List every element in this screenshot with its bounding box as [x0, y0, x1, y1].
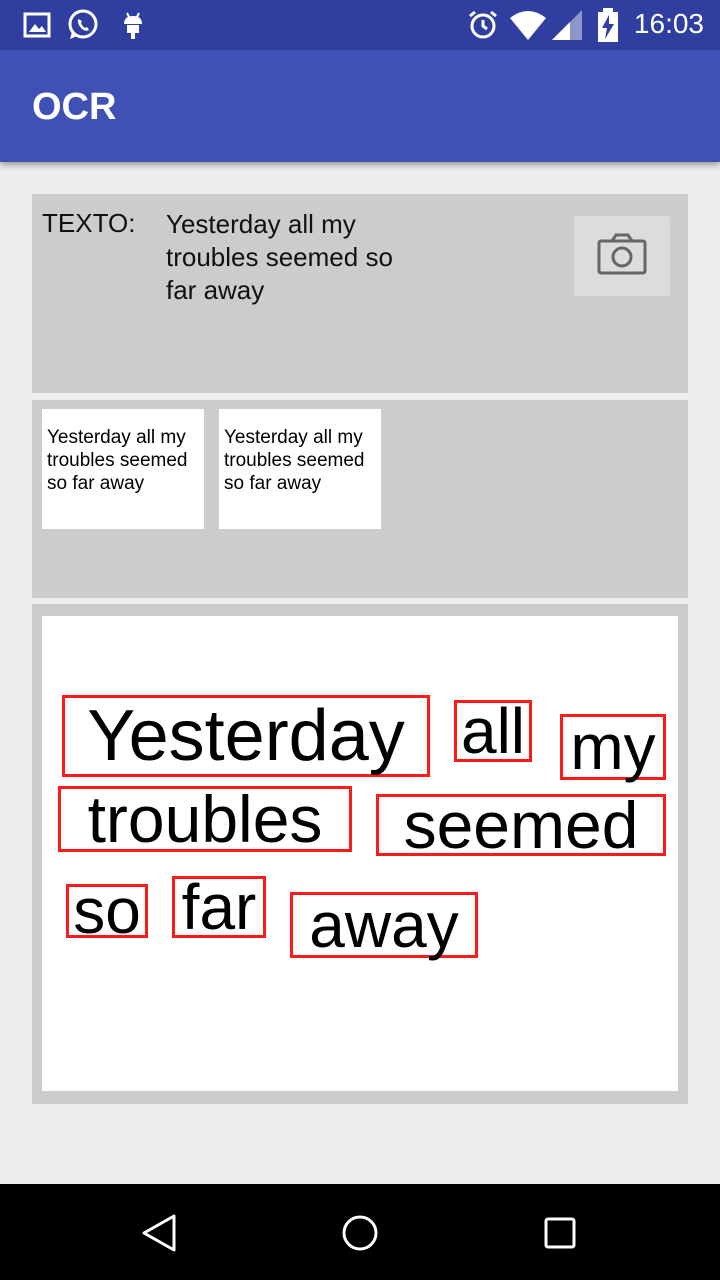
text-label: TEXTO: [42, 208, 136, 238]
app-title: OCR [32, 86, 117, 128]
word-box: away [290, 892, 478, 958]
status-time: 16:03 [633, 8, 704, 39]
back-icon[interactable] [134, 1208, 184, 1258]
text-panel: TEXTO: Yesterday all my troubles seemed … [32, 194, 688, 393]
camera-icon [597, 233, 647, 275]
word-box: seemed [376, 792, 666, 858]
ocr-result-panel: Yesterday all my troubles seemed so far … [32, 604, 688, 1104]
thumbnail-text: Yesterday all my troubles seemed so far … [224, 427, 365, 494]
thumbnail-image[interactable]: Yesterday all my troubles seemed so far … [42, 409, 204, 529]
wifi-icon [510, 11, 546, 40]
app-bar: OCR [0, 50, 720, 162]
word-box: all [454, 699, 532, 763]
recognized-text: Yesterday all my troubles seemed so far … [166, 209, 393, 305]
recents-icon[interactable] [535, 1208, 585, 1258]
navigation-bar [0, 1184, 720, 1280]
ocr-result-image: Yesterday all my troubles seemed so far … [42, 616, 678, 1091]
word-box: my [560, 714, 666, 780]
cellular-signal-icon [552, 10, 582, 40]
thumbnail-image[interactable]: Yesterday all my troubles seemed so far … [219, 409, 381, 529]
word-box: Yesterday [62, 695, 430, 777]
home-icon[interactable] [335, 1208, 385, 1258]
word-box: troubles [58, 786, 352, 852]
status-bar: 16:03 [0, 0, 720, 50]
camera-button[interactable] [574, 216, 670, 296]
image-icon [23, 12, 51, 38]
word-box: so [66, 879, 148, 943]
alarm-icon [469, 10, 497, 39]
word-box: far [172, 875, 266, 939]
thumbnail-text: Yesterday all my troubles seemed so far … [47, 427, 188, 494]
thumbnail-panel: Yesterday all my troubles seemed so far … [32, 400, 688, 598]
android-debug-icon [124, 12, 142, 39]
battery-charging-icon [598, 8, 618, 42]
whatsapp-icon [68, 9, 98, 39]
